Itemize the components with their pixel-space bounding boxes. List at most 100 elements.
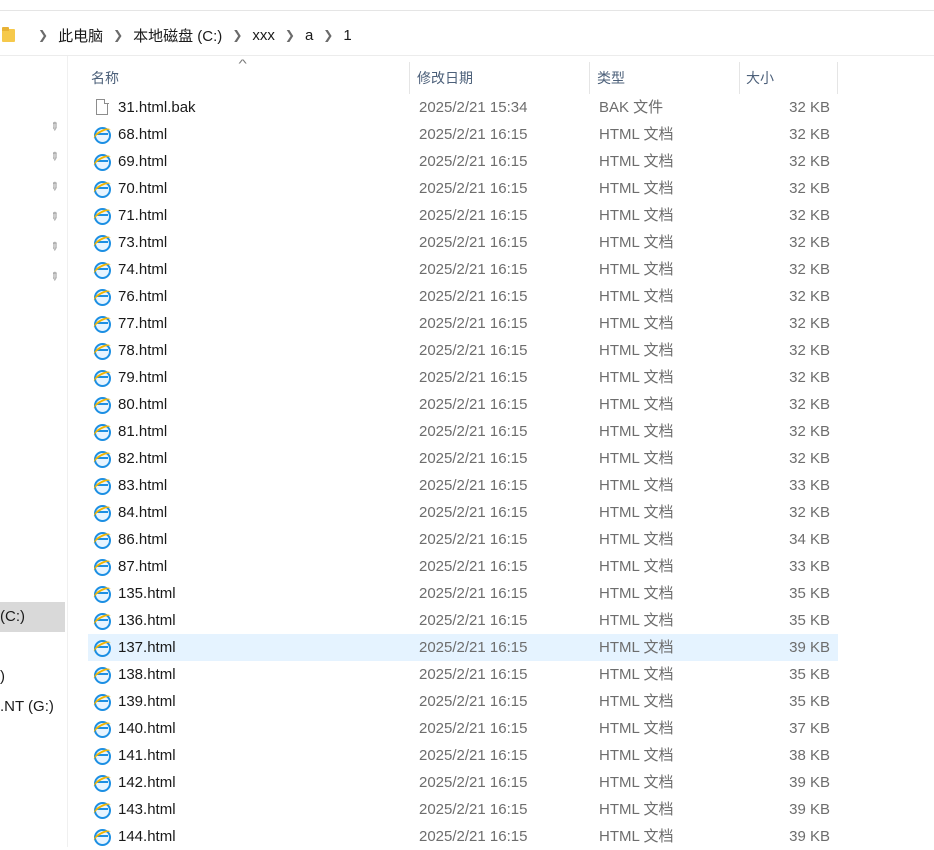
file-row[interactable]: 76.html 2025/2/21 16:15 HTML 文档 32 KB bbox=[88, 283, 838, 310]
file-row[interactable]: 70.html 2025/2/21 16:15 HTML 文档 32 KB bbox=[88, 175, 838, 202]
file-name-cell[interactable]: 78.html bbox=[88, 337, 410, 364]
file-row[interactable]: 82.html 2025/2/21 16:15 HTML 文档 32 KB bbox=[88, 445, 838, 472]
pin-icon[interactable]: ✎ bbox=[46, 239, 63, 256]
navigation-pane[interactable]: ✎ ✎ ✎ ✎ ✎ ✎ (C:) ) .NT (G:) bbox=[0, 56, 68, 847]
file-row[interactable]: 86.html 2025/2/21 16:15 HTML 文档 34 KB bbox=[88, 526, 838, 553]
chevron-right-icon[interactable]: ❯ bbox=[285, 29, 295, 41]
file-row[interactable]: 71.html 2025/2/21 16:15 HTML 文档 32 KB bbox=[88, 202, 838, 229]
file-row[interactable]: 144.html 2025/2/21 16:15 HTML 文档 39 KB bbox=[88, 823, 838, 850]
file-type: HTML 文档 bbox=[599, 315, 674, 332]
breadcrumb-xxx[interactable]: xxx bbox=[252, 27, 275, 44]
file-row[interactable]: 143.html 2025/2/21 16:15 HTML 文档 39 KB bbox=[88, 796, 838, 823]
file-date: 2025/2/21 16:15 bbox=[419, 666, 528, 683]
file-name-cell[interactable]: 135.html bbox=[88, 580, 410, 607]
file-name-cell[interactable]: 82.html bbox=[88, 445, 410, 472]
nav-item-drive-c[interactable]: (C:) bbox=[0, 602, 65, 632]
file-name-cell[interactable]: 31.html.bak bbox=[88, 94, 410, 121]
file-type: HTML 文档 bbox=[599, 666, 674, 683]
address-bar[interactable]: ❯ 此电脑 ❯ 本地磁盘 (C:) ❯ xxx ❯ a ❯ 1 bbox=[0, 17, 934, 53]
file-row[interactable]: 74.html 2025/2/21 16:15 HTML 文档 32 KB bbox=[88, 256, 838, 283]
file-date: 2025/2/21 16:15 bbox=[419, 180, 528, 197]
file-size: 35 KB bbox=[789, 585, 830, 602]
file-name-cell[interactable]: 136.html bbox=[88, 607, 410, 634]
column-header-size[interactable]: 大小 bbox=[740, 62, 838, 94]
file-row[interactable]: 135.html 2025/2/21 16:15 HTML 文档 35 KB bbox=[88, 580, 838, 607]
file-name-cell[interactable]: 142.html bbox=[88, 769, 410, 796]
file-row[interactable]: 69.html 2025/2/21 16:15 HTML 文档 32 KB bbox=[88, 148, 838, 175]
pin-icon[interactable]: ✎ bbox=[46, 149, 63, 166]
file-name-cell[interactable]: 84.html bbox=[88, 499, 410, 526]
file-type: HTML 文档 bbox=[599, 288, 674, 305]
chevron-right-icon[interactable]: ❯ bbox=[232, 29, 242, 41]
file-name-cell[interactable]: 73.html bbox=[88, 229, 410, 256]
file-row[interactable]: 142.html 2025/2/21 16:15 HTML 文档 39 KB bbox=[88, 769, 838, 796]
breadcrumb-this-pc[interactable]: 此电脑 bbox=[58, 25, 103, 46]
file-name-cell[interactable]: 74.html bbox=[88, 256, 410, 283]
file-name-cell[interactable]: 70.html bbox=[88, 175, 410, 202]
file-row[interactable]: 84.html 2025/2/21 16:15 HTML 文档 32 KB bbox=[88, 499, 838, 526]
file-row[interactable]: 139.html 2025/2/21 16:15 HTML 文档 35 KB bbox=[88, 688, 838, 715]
file-row[interactable]: 68.html 2025/2/21 16:15 HTML 文档 32 KB bbox=[88, 121, 838, 148]
column-header-type[interactable]: 类型 bbox=[590, 62, 740, 94]
pin-icon[interactable]: ✎ bbox=[46, 209, 63, 226]
file-row[interactable]: 141.html 2025/2/21 16:15 HTML 文档 38 KB bbox=[88, 742, 838, 769]
folder-icon bbox=[2, 27, 16, 43]
file-row[interactable]: 31.html.bak 2025/2/21 15:34 BAK 文件 32 KB bbox=[88, 94, 838, 121]
file-row[interactable]: 73.html 2025/2/21 16:15 HTML 文档 32 KB bbox=[88, 229, 838, 256]
file-name-cell[interactable]: 137.html bbox=[88, 634, 410, 661]
breadcrumb-1[interactable]: 1 bbox=[343, 27, 351, 44]
file-type: HTML 文档 bbox=[599, 153, 674, 170]
file-name-cell[interactable]: 86.html bbox=[88, 526, 410, 553]
file-type: HTML 文档 bbox=[599, 207, 674, 224]
file-type: HTML 文档 bbox=[599, 450, 674, 467]
column-header-date[interactable]: 修改日期 bbox=[410, 62, 590, 94]
file-size: 32 KB bbox=[789, 504, 830, 521]
file-list[interactable]: ^ 名称 修改日期 类型 大小 31.html.bak 2025/2/21 15:… bbox=[88, 58, 838, 850]
file-row[interactable]: 83.html 2025/2/21 16:15 HTML 文档 33 KB bbox=[88, 472, 838, 499]
file-type: HTML 文档 bbox=[599, 720, 674, 737]
pin-icon[interactable]: ✎ bbox=[46, 119, 63, 136]
file-name-cell[interactable]: 79.html bbox=[88, 364, 410, 391]
file-name-cell[interactable]: 83.html bbox=[88, 472, 410, 499]
file-row[interactable]: 137.html 2025/2/21 16:15 HTML 文档 39 KB bbox=[88, 634, 838, 661]
chevron-right-icon[interactable]: ❯ bbox=[113, 29, 123, 41]
file-name-cell[interactable]: 140.html bbox=[88, 715, 410, 742]
breadcrumb-local-disk[interactable]: 本地磁盘 (C:) bbox=[133, 25, 222, 46]
column-header-row: ^ 名称 修改日期 类型 大小 bbox=[88, 58, 838, 94]
file-name-cell[interactable]: 69.html bbox=[88, 148, 410, 175]
file-row[interactable]: 136.html 2025/2/21 16:15 HTML 文档 35 KB bbox=[88, 607, 838, 634]
file-name-cell[interactable]: 138.html bbox=[88, 661, 410, 688]
file-name-cell[interactable]: 68.html bbox=[88, 121, 410, 148]
file-row[interactable]: 78.html 2025/2/21 16:15 HTML 文档 32 KB bbox=[88, 337, 838, 364]
file-name: 80.html bbox=[118, 396, 168, 413]
file-name-cell[interactable]: 80.html bbox=[88, 391, 410, 418]
file-name-cell[interactable]: 144.html bbox=[88, 823, 410, 850]
file-name-cell[interactable]: 76.html bbox=[88, 283, 410, 310]
file-name-cell[interactable]: 143.html bbox=[88, 796, 410, 823]
file-row[interactable]: 79.html 2025/2/21 16:15 HTML 文档 32 KB bbox=[88, 364, 838, 391]
file-row[interactable]: 87.html 2025/2/21 16:15 HTML 文档 33 KB bbox=[88, 553, 838, 580]
file-row[interactable]: 140.html 2025/2/21 16:15 HTML 文档 37 KB bbox=[88, 715, 838, 742]
file-row[interactable]: 77.html 2025/2/21 16:15 HTML 文档 32 KB bbox=[88, 310, 838, 337]
file-row[interactable]: 81.html 2025/2/21 16:15 HTML 文档 32 KB bbox=[88, 418, 838, 445]
nav-item-drive-g[interactable]: .NT (G:) bbox=[0, 695, 65, 719]
file-name-cell[interactable]: 71.html bbox=[88, 202, 410, 229]
file-date: 2025/2/21 16:15 bbox=[419, 423, 528, 440]
chevron-right-icon[interactable]: ❯ bbox=[323, 29, 333, 41]
chevron-right-icon[interactable]: ❯ bbox=[38, 29, 48, 41]
file-row[interactable]: 138.html 2025/2/21 16:15 HTML 文档 35 KB bbox=[88, 661, 838, 688]
column-header-name[interactable]: 名称 bbox=[88, 62, 410, 94]
file-name-cell[interactable]: 81.html bbox=[88, 418, 410, 445]
file-row[interactable]: 80.html 2025/2/21 16:15 HTML 文档 32 KB bbox=[88, 391, 838, 418]
breadcrumb-a[interactable]: a bbox=[305, 27, 313, 44]
pin-icon[interactable]: ✎ bbox=[46, 179, 63, 196]
toolbar-divider bbox=[0, 55, 934, 56]
file-name-cell[interactable]: 141.html bbox=[88, 742, 410, 769]
ie-html-icon bbox=[91, 639, 114, 657]
file-name-cell[interactable]: 139.html bbox=[88, 688, 410, 715]
pin-icon[interactable]: ✎ bbox=[46, 269, 63, 286]
file-name-cell[interactable]: 87.html bbox=[88, 553, 410, 580]
file-name-cell[interactable]: 77.html bbox=[88, 310, 410, 337]
file-name: 73.html bbox=[118, 234, 168, 251]
nav-item-drive[interactable]: ) bbox=[0, 665, 65, 689]
